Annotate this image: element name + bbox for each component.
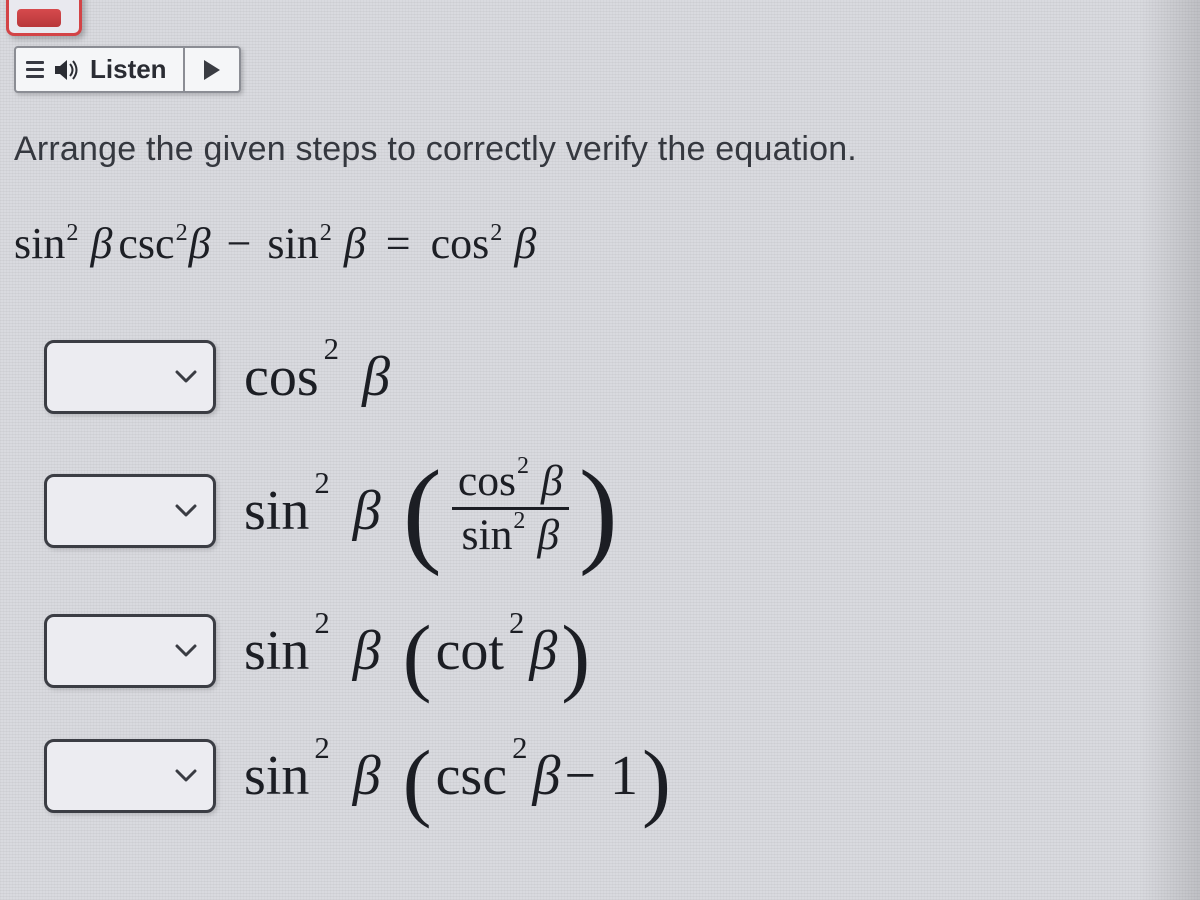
tok: 2	[314, 608, 329, 639]
listen-button[interactable]: Listen	[16, 48, 185, 91]
eq-sq: 2	[490, 219, 502, 247]
tok: 2	[517, 453, 529, 479]
eq-beta: β	[90, 218, 112, 269]
tok: 2	[513, 508, 525, 534]
order-select-4[interactable]	[44, 739, 216, 813]
speaker-icon	[54, 58, 80, 82]
step-row-2: sin 2 β ( cos2 β sin2 β )	[44, 452, 671, 570]
lparen: (	[403, 613, 432, 700]
tok: β	[537, 511, 559, 559]
play-icon	[202, 59, 222, 81]
chevron-down-icon	[175, 370, 197, 384]
order-select-3[interactable]	[44, 614, 216, 688]
eq-sin1: sin	[14, 218, 65, 269]
tok: β	[353, 623, 381, 679]
tok: cos	[244, 349, 319, 405]
order-select-1[interactable]	[44, 340, 216, 414]
step-expr-1: cos 2 β	[244, 349, 390, 405]
tok: β	[541, 457, 563, 505]
tok: 2	[509, 608, 524, 639]
fraction: cos2 β sin2 β	[452, 460, 569, 558]
step-expr-4: sin 2 β ( csc 2 β − 1 )	[244, 732, 671, 819]
tok: β	[353, 483, 381, 539]
eq-sq: 2	[66, 219, 78, 247]
tok: − 1	[564, 748, 638, 804]
eq-equals: =	[386, 218, 411, 269]
tok: csc	[436, 748, 508, 804]
tok: sin	[244, 748, 309, 804]
order-select-2[interactable]	[44, 474, 216, 548]
eq-beta: β	[344, 218, 366, 269]
step-row-4: sin 2 β ( csc 2 β − 1 )	[44, 732, 671, 819]
chevron-down-icon	[175, 769, 197, 783]
listen-label: Listen	[90, 54, 167, 85]
tok: 2	[314, 468, 329, 499]
menu-icon	[26, 61, 44, 78]
eq-sq: 2	[320, 219, 332, 247]
eq-beta: β	[189, 218, 211, 269]
tok: 2	[512, 733, 527, 764]
tok: β	[532, 748, 560, 804]
eq-sq: 2	[176, 219, 188, 247]
chevron-down-icon	[175, 644, 197, 658]
target-equation: sin 2 β csc 2 β − sin 2 β = cos 2 β	[14, 218, 536, 269]
tok: sin	[244, 623, 309, 679]
eq-sin2: sin	[267, 218, 318, 269]
step-row-3: sin 2 β ( cot 2 β )	[44, 608, 671, 695]
tok: sin	[461, 511, 512, 559]
tok: 2	[314, 733, 329, 764]
lparen: (	[403, 454, 442, 572]
step-expr-3: sin 2 β ( cot 2 β )	[244, 608, 590, 695]
instruction-text: Arrange the given steps to correctly ver…	[14, 130, 1200, 169]
tok: β	[353, 748, 381, 804]
tok: 2	[324, 334, 339, 365]
rparen: )	[561, 613, 590, 700]
chevron-down-icon	[175, 504, 197, 518]
listen-toolbar: Listen	[14, 46, 241, 93]
play-button[interactable]	[185, 48, 239, 91]
step-expr-2: sin 2 β ( cos2 β sin2 β )	[244, 452, 618, 570]
tok: cot	[436, 623, 504, 679]
step-row-1: cos 2 β	[44, 340, 671, 414]
eq-beta: β	[514, 218, 536, 269]
rparen: )	[642, 738, 671, 825]
tok: β	[529, 623, 557, 679]
lparen: (	[403, 738, 432, 825]
eq-minus: −	[227, 218, 252, 269]
eq-csc: csc	[118, 218, 174, 269]
rparen: )	[579, 454, 618, 572]
eq-cos: cos	[431, 218, 490, 269]
tok: β	[362, 349, 390, 405]
tok: sin	[244, 483, 309, 539]
tok: cos	[458, 457, 516, 505]
question-header-fragment	[6, 0, 82, 36]
ordering-steps: cos 2 β sin 2 β ( cos2 β	[44, 340, 671, 819]
